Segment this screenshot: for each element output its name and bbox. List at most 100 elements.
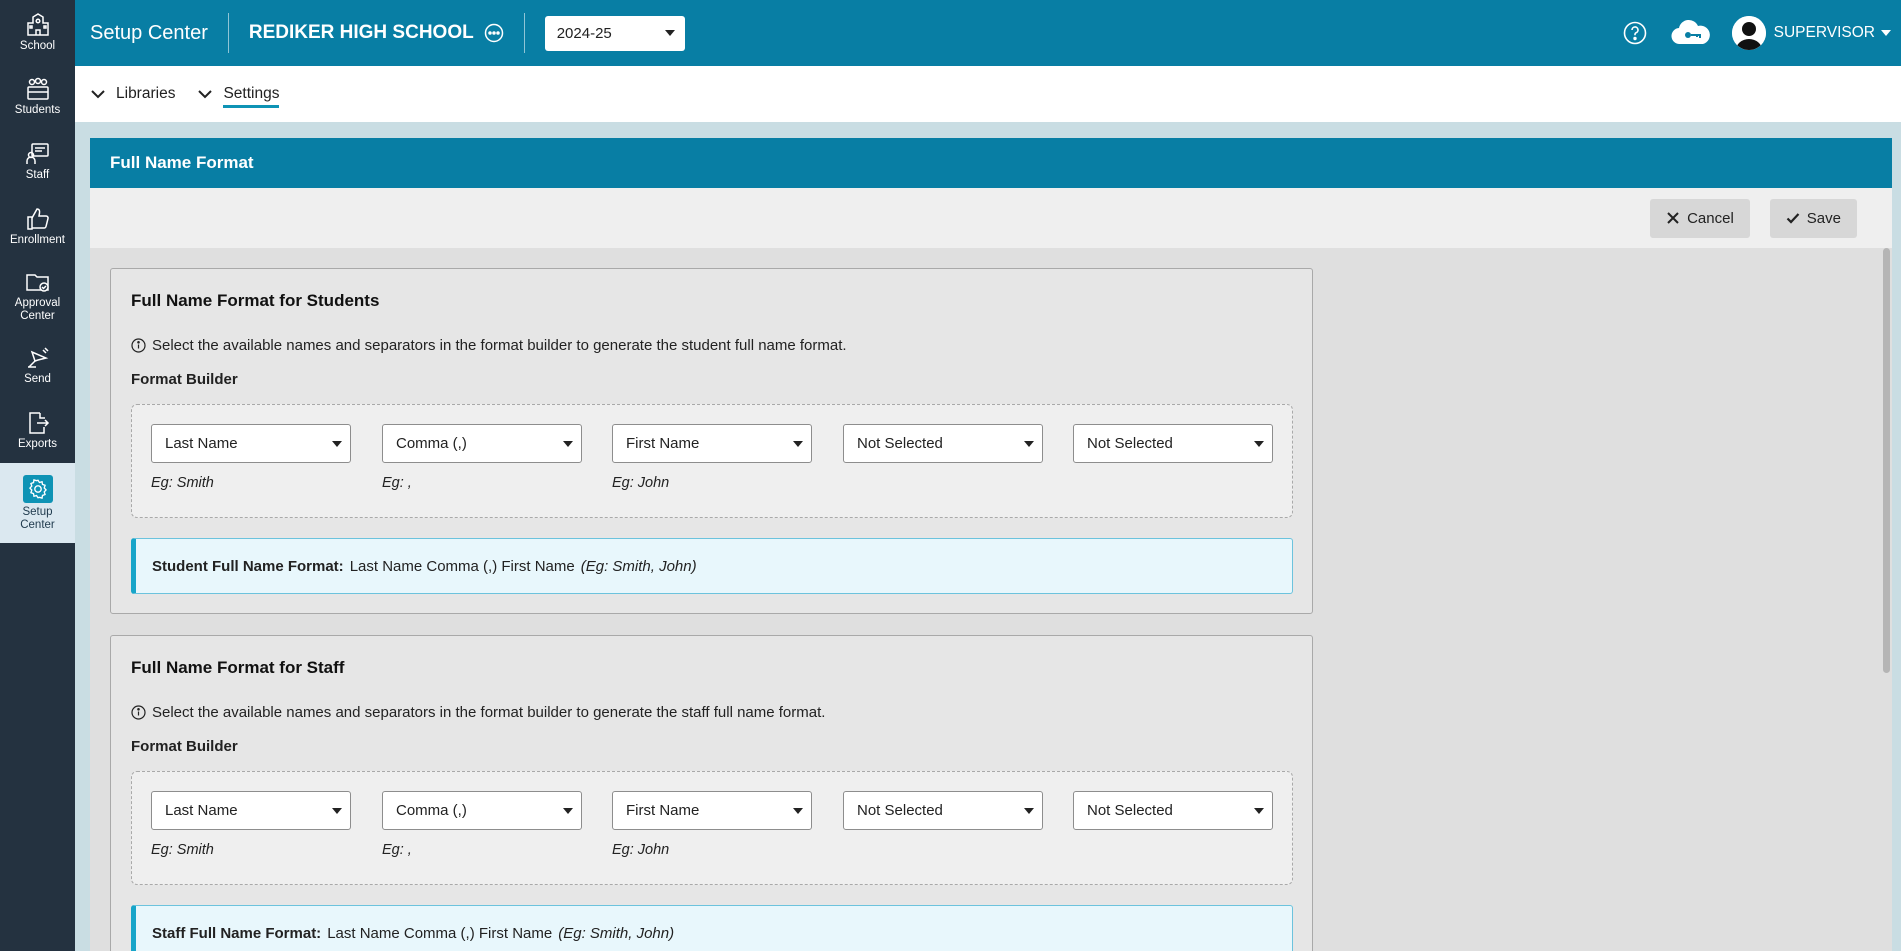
- format-dropdown[interactable]: Last Name: [151, 424, 351, 463]
- subnav-libraries[interactable]: Libraries: [90, 66, 175, 122]
- format-slot: Not Selected: [1073, 424, 1273, 475]
- format-slot: Last Name Eg: Smith: [151, 424, 351, 491]
- left-nav: School Students Staff Enrollment Approva…: [0, 0, 75, 951]
- nav-staff[interactable]: Staff: [0, 129, 75, 194]
- school-name-label: REDIKER HIGH SCHOOL: [248, 22, 474, 43]
- dropdown-value: Last Name: [165, 802, 238, 819]
- dropdown-value: First Name: [626, 435, 700, 452]
- folder-check-icon: [25, 274, 49, 292]
- format-slot: Not Selected: [843, 424, 1043, 475]
- user-icon: [1731, 16, 1766, 50]
- dropdown-value: Not Selected: [857, 435, 943, 452]
- school-name: REDIKER HIGH SCHOOL: [229, 22, 504, 44]
- cancel-label: Cancel: [1687, 209, 1734, 227]
- sub-nav: Libraries Settings: [75, 66, 1901, 122]
- nav-students[interactable]: Students: [0, 64, 75, 129]
- nav-send[interactable]: Send: [0, 333, 75, 398]
- nav-school[interactable]: School: [0, 0, 75, 64]
- app-title: Setup Center: [90, 21, 208, 44]
- nav-label: Center: [20, 310, 55, 322]
- nav-label: Exports: [18, 438, 57, 450]
- check-icon: [1786, 213, 1800, 224]
- subnav-settings-label: Settings: [223, 85, 280, 108]
- chevron-down-icon: [563, 807, 573, 814]
- dropdown-value: Not Selected: [857, 802, 943, 819]
- nav-enrollment[interactable]: Enrollment: [0, 194, 75, 259]
- chevron-down-icon: [91, 90, 105, 99]
- dropdown-value: Comma (,): [396, 802, 467, 819]
- format-dropdown[interactable]: Not Selected: [1073, 424, 1273, 463]
- format-dropdown[interactable]: Comma (,): [382, 791, 582, 830]
- cloud-key-icon[interactable]: [1670, 18, 1712, 48]
- chevron-down-icon: [664, 30, 675, 36]
- info-text-label: Select the available names and separator…: [152, 337, 847, 354]
- top-bar: Setup Center REDIKER HIGH SCHOOL 2024-25…: [75, 0, 1901, 66]
- school-year-select[interactable]: 2024-25: [544, 15, 685, 51]
- avatar[interactable]: [1731, 16, 1766, 50]
- format-slot: Not Selected: [1073, 791, 1273, 842]
- format-dropdown[interactable]: First Name: [612, 424, 812, 463]
- info-text-label: Select the available names and separator…: [152, 704, 826, 721]
- result-value: Last Name Comma (,) First Name: [327, 924, 553, 942]
- format-slot: Comma (,) Eg: ,: [382, 424, 582, 491]
- full-name-format-panel: Full Name Format Cancel Save Full Name F…: [90, 138, 1892, 951]
- dropdown-value: Not Selected: [1087, 435, 1173, 452]
- format-result: Staff Full Name Format: Last Name Comma …: [131, 905, 1293, 951]
- info-icon: [131, 338, 146, 353]
- format-slot: First Name Eg: John: [612, 424, 812, 491]
- nav-label: Setup: [22, 505, 53, 518]
- example-text: Eg: Smith: [151, 475, 214, 491]
- format-dropdown[interactable]: Comma (,): [382, 424, 582, 463]
- gear-icon: [28, 478, 47, 499]
- format-builder: Last Name Eg: Smith Comma (,) Eg: , Firs…: [131, 771, 1293, 885]
- scrollbar-thumb[interactable]: [1883, 248, 1890, 673]
- cancel-button[interactable]: Cancel: [1650, 198, 1750, 238]
- staff-icon: [25, 143, 49, 164]
- format-slot: Comma (,) Eg: ,: [382, 791, 582, 858]
- dropdown-value: Last Name: [165, 435, 238, 452]
- more-options-icon[interactable]: [484, 23, 504, 43]
- format-dropdown[interactable]: Not Selected: [843, 791, 1043, 830]
- format-dropdown[interactable]: Not Selected: [1073, 791, 1273, 830]
- format-builder-label: Format Builder: [131, 371, 238, 388]
- chevron-down-icon: [1024, 807, 1034, 814]
- user-menu[interactable]: SUPERVISOR: [1774, 24, 1891, 42]
- subnav-settings[interactable]: Settings: [197, 66, 280, 122]
- scrollbar[interactable]: [1880, 248, 1892, 951]
- nav-label: Enrollment: [10, 234, 65, 246]
- chevron-down-icon: [1024, 440, 1034, 447]
- nav-exports[interactable]: Exports: [0, 398, 75, 463]
- chevron-down-icon: [1254, 440, 1264, 447]
- format-result: Student Full Name Format: Last Name Comm…: [131, 538, 1293, 594]
- format-dropdown[interactable]: First Name: [612, 791, 812, 830]
- format-dropdown[interactable]: Not Selected: [843, 424, 1043, 463]
- chevron-down-icon: [332, 440, 342, 447]
- save-label: Save: [1806, 209, 1841, 227]
- students-icon: [26, 77, 49, 100]
- help-icon[interactable]: [1622, 20, 1648, 46]
- chevron-down-icon: [198, 90, 213, 99]
- nav-label: Approval: [14, 297, 61, 309]
- nav-label: Students: [14, 104, 61, 116]
- school-year-value: 2024-25: [556, 24, 612, 42]
- info-icon: [131, 705, 146, 720]
- format-dropdown[interactable]: Last Name: [151, 791, 351, 830]
- format-slot: Not Selected: [843, 791, 1043, 842]
- nav-setup-center[interactable]: Setup Center: [0, 463, 75, 543]
- save-button[interactable]: Save: [1769, 198, 1857, 238]
- divider: [523, 13, 525, 53]
- send-icon: [27, 347, 49, 368]
- chevron-down-icon: [563, 440, 573, 447]
- section-heading: Full Name Format for Students: [131, 291, 380, 310]
- action-bar: Cancel Save: [90, 188, 1892, 248]
- staff-format-section: Full Name Format for Staff Select the av…: [110, 635, 1313, 951]
- close-icon: [1667, 212, 1679, 224]
- nav-approval-center[interactable]: Approval Center: [0, 259, 75, 333]
- nav-label: School: [19, 39, 56, 52]
- gear-icon-box: [22, 474, 53, 503]
- result-example: (Eg: Smith, John): [558, 924, 675, 942]
- result-example: (Eg: Smith, John): [580, 557, 697, 575]
- topbar-right: SUPERVISOR: [1622, 16, 1901, 50]
- info-text: Select the available names and separator…: [131, 704, 825, 721]
- nav-label: Send: [24, 373, 51, 385]
